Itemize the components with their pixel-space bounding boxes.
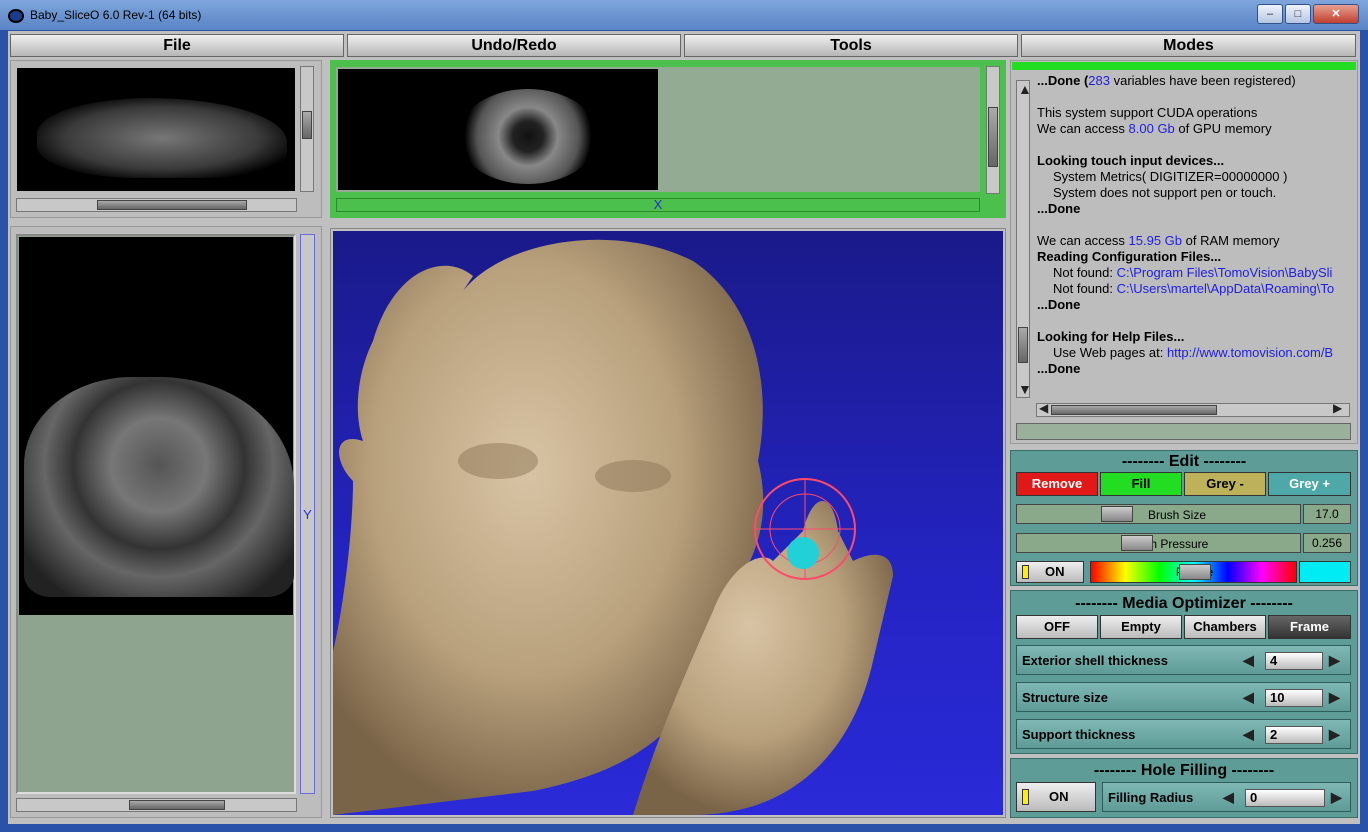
log-line: ...Done [1037,297,1081,312]
log-vertical-scrollbar[interactable]: ▲ ▼ [1016,80,1032,398]
log-line: We can access 8.00 Gb of GPU memory [1037,121,1272,136]
log-line: Not found: C:\Users\martel\AppData\Roami… [1053,281,1335,296]
media-optimizer-title: -------- Media Optimizer -------- [1075,595,1293,612]
support-thickness-label: Support thickness [1022,727,1136,742]
grey-plus-button[interactable]: Grey + [1268,472,1351,496]
title-bar [0,0,1368,30]
menu-file[interactable]: File [10,34,344,57]
structure-size-increase-icon[interactable]: ▶ [1329,689,1340,706]
axial-slice-image[interactable] [338,69,658,190]
log-line: Not found: C:\Program Files\TomoVision\B… [1053,265,1333,280]
brush-size-label: Brush Size [1147,508,1207,522]
log-line: System Metrics( DIGITIZER=00000000 ) [1053,169,1288,184]
log-line: Use Web pages at: http://www.tomovision.… [1053,345,1334,360]
exterior-shell-thickness-input[interactable]: 4 [1265,652,1323,670]
axial-x-scrollbar[interactable]: X [336,198,980,212]
structure-size-decrease-icon[interactable]: ◀ [1243,689,1254,706]
remove-button[interactable]: Remove [1016,472,1098,496]
sagittal-vertical-scrollbar[interactable] [300,66,314,192]
log-line: We can access 15.95 Gb of RAM memory [1037,233,1280,248]
app-eye-icon [8,9,24,23]
log-line: This system support CUDA operations [1037,105,1258,120]
filling-radius-field: Filling Radius ◀ 0 ▶ [1102,782,1351,812]
optimizer-off-button[interactable]: OFF [1016,615,1098,639]
command-input[interactable] [1016,423,1351,440]
filling-radius-input[interactable]: 0 [1245,789,1325,807]
grey-minus-button[interactable]: Grey - [1184,472,1266,496]
log-line: Reading Configuration Files... [1037,249,1222,264]
toggle-indicator-icon [1022,789,1029,805]
optimizer-chambers-button[interactable]: Chambers [1184,615,1266,639]
exterior-shell-decrease-icon[interactable]: ◀ [1243,652,1254,669]
maximize-icon[interactable]: □ [1285,4,1311,24]
brush-size-slider[interactable]: Brush Size [1016,504,1301,524]
optimizer-frame-button[interactable]: Frame [1268,615,1351,639]
log-line: Looking touch input devices... [1037,153,1225,168]
hole-filling-title: -------- Hole Filling -------- [1093,762,1275,779]
log-line: Looking for Help Files... [1037,329,1185,344]
render-3d-view[interactable] [333,231,1003,815]
support-thickness-increase-icon[interactable]: ▶ [1329,726,1340,743]
coronal-slice-image[interactable] [19,237,294,615]
edit-on-toggle[interactable]: ON [1016,561,1084,583]
toggle-indicator-icon [1022,565,1029,579]
support-thickness-field: Support thickness ◀ 2 ▶ [1016,719,1351,749]
structure-size-label: Structure size [1022,690,1108,705]
menu-modes[interactable]: Modes [1021,34,1356,57]
fetus-3d-render [333,239,893,815]
exterior-shell-thickness-field: Exterior shell thickness ◀ 4 ▶ [1016,645,1351,675]
menu-tools[interactable]: Tools [684,34,1018,57]
axial-vertical-scrollbar[interactable] [986,66,1000,194]
optimizer-empty-button[interactable]: Empty [1100,615,1182,639]
menu-undo-redo[interactable]: Undo/Redo [347,34,681,57]
support-thickness-decrease-icon[interactable]: ◀ [1243,726,1254,743]
progress-bar [1012,62,1356,70]
exterior-shell-increase-icon[interactable]: ▶ [1329,652,1340,669]
filling-radius-decrease-icon[interactable]: ◀ [1223,789,1234,806]
window-title: Baby_SliceO 6.0 Rev-1 (64 bits) [30,8,202,22]
structure-size-field: Structure size ◀ 10 ▶ [1016,682,1351,712]
structure-size-input[interactable]: 10 [1265,689,1323,707]
fill-button[interactable]: Fill [1100,472,1182,496]
log-text: ...Done (283 variables have been registe… [1037,73,1351,399]
palette-slider[interactable]: Palette [1090,561,1297,583]
log-line: System does not support pen or touch. [1053,185,1277,200]
sagittal-slice-image[interactable] [17,68,295,191]
edit-title: -------- Edit -------- [1121,453,1247,470]
support-thickness-input[interactable]: 2 [1265,726,1323,744]
brush-size-value: 17.0 [1303,504,1351,524]
minimize-icon[interactable]: – [1257,4,1283,24]
close-icon[interactable]: ✕ [1313,4,1359,24]
hole-filling-on-toggle[interactable]: ON [1016,782,1096,812]
log-line: ...Done [1037,361,1081,376]
log-horizontal-scrollbar[interactable]: ◀ ▶ [1036,401,1350,417]
filling-radius-label: Filling Radius [1108,790,1194,805]
filling-radius-increase-icon[interactable]: ▶ [1331,789,1342,806]
log-line: ...Done (283 variables have been registe… [1037,73,1296,88]
brush-pressure-slider[interactable]: Brush Pressure [1016,533,1301,553]
coronal-y-scrollbar[interactable]: Y [300,234,315,794]
edit-on-label: ON [1045,564,1065,579]
log-line: ...Done [1037,201,1081,216]
brush-pressure-value: 0.256 [1303,533,1351,553]
exterior-shell-thickness-label: Exterior shell thickness [1022,653,1168,668]
selected-color-swatch[interactable] [1299,561,1351,583]
coronal-horizontal-scrollbar[interactable] [16,798,297,812]
sagittal-horizontal-scrollbar[interactable] [16,198,297,212]
hole-filling-on-label: ON [1049,789,1069,804]
